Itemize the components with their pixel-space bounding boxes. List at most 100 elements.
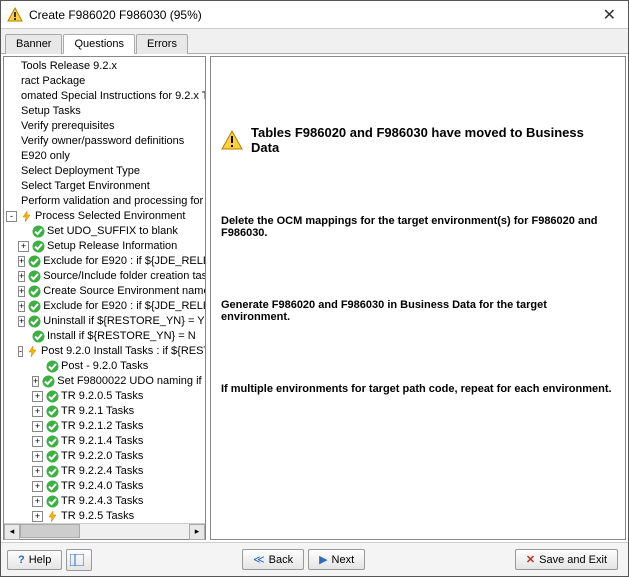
tree-label: TR 9.2.2.4 Tasks — [61, 464, 143, 479]
tab-banner[interactable]: Banner — [5, 34, 62, 54]
tree-label: TR 9.2.0.5 Tasks — [61, 389, 143, 404]
titlebar: Create F986020 F986030 (95%) ✕ — [1, 1, 628, 29]
tree-item[interactable]: ract Package — [4, 74, 205, 89]
tree-item[interactable]: Verify owner/password definitions — [4, 134, 205, 149]
tree-item[interactable]: +Exclude for E920 : if ${JDE_RELEASE — [4, 254, 205, 269]
tree-label: TR 9.2.4.0 Tasks — [61, 479, 143, 494]
tree-label: Source/Include folder creation tasks — [43, 269, 205, 284]
next-label: Next — [332, 554, 355, 566]
tree-item[interactable]: -Process Selected Environment — [4, 209, 205, 224]
tree-label: E920 only — [21, 149, 70, 164]
tree-expander[interactable]: + — [18, 286, 25, 297]
tree-label: omated Special Instructions for 9.2.x To… — [21, 89, 205, 104]
content-para-3: If multiple environments for target path… — [221, 383, 615, 395]
tree-item[interactable]: Install if ${RESTORE_YN} = N — [4, 329, 205, 344]
tree-item[interactable]: + Set F9800022 UDO naming if BL — [4, 374, 205, 389]
tree-item[interactable]: +TR 9.2.4.3 Tasks — [4, 494, 205, 509]
help-icon: ? — [18, 554, 25, 566]
help-label: Help — [29, 554, 52, 566]
tree-label: Post - 9.2.0 Tasks — [61, 359, 148, 374]
tree-label: Tools Release 9.2.x — [21, 59, 117, 74]
tree-item[interactable]: + TR 9.2.1 Tasks — [4, 404, 205, 419]
tree-item[interactable]: omated Special Instructions for 9.2.x To… — [4, 89, 205, 104]
tree-expander[interactable]: + — [32, 406, 43, 417]
tree-label: Set UDO_SUFFIX to blank — [47, 224, 178, 239]
tree-label: Create Source Environment name — [43, 284, 205, 299]
back-button[interactable]: ≪Back — [242, 549, 304, 570]
tree-item[interactable]: Verify prerequisites — [4, 119, 205, 134]
tree-label: Setup Tasks — [21, 104, 81, 119]
close-button[interactable]: ✕ — [597, 5, 622, 25]
tree-expander[interactable]: + — [32, 436, 43, 447]
tree-item[interactable]: + TR 9.2.1.2 Tasks — [4, 419, 205, 434]
tree-expander[interactable]: + — [18, 316, 25, 327]
button-bar: ? Help ≪Back ▶Next ✕ Save and Exit — [1, 542, 628, 576]
tree-expander[interactable]: - — [18, 346, 23, 357]
tree-label: Perform validation and processing for th… — [21, 194, 205, 209]
tree-item[interactable]: Set UDO_SUFFIX to blank — [4, 224, 205, 239]
tree-expander[interactable]: + — [18, 301, 25, 312]
tree-item[interactable]: -Post 9.2.0 Install Tasks : if ${RESTO — [4, 344, 205, 359]
tree-expander[interactable]: + — [32, 421, 43, 432]
tree-item[interactable]: +TR 9.2.2.0 Tasks — [4, 449, 205, 464]
tree-item[interactable]: +Setup Release Information — [4, 239, 205, 254]
tab-questions[interactable]: Questions — [63, 34, 135, 54]
tree-label: TR 9.2.5 Tasks — [61, 509, 134, 523]
save-and-exit-button[interactable]: ✕ Save and Exit — [515, 549, 618, 570]
scroll-thumb[interactable] — [20, 524, 80, 538]
tree-expander-none — [18, 331, 29, 342]
heading-row: Tables F986020 and F986030 have moved to… — [221, 125, 615, 155]
tree-item[interactable]: Tools Release 9.2.x — [4, 59, 205, 74]
window-title: Create F986020 F986030 (95%) — [29, 8, 597, 22]
tree-item[interactable]: Select Target Environment — [4, 179, 205, 194]
scroll-left-button[interactable]: ◂ — [4, 524, 20, 540]
tree-item[interactable]: Post - 9.2.0 Tasks — [4, 359, 205, 374]
tree-item[interactable]: + Create Source Environment name — [4, 284, 205, 299]
tab-errors[interactable]: Errors — [136, 34, 188, 54]
tree-expander[interactable]: + — [32, 451, 43, 462]
tree-expander[interactable]: + — [32, 376, 39, 387]
tree-expander[interactable]: + — [18, 256, 25, 267]
tree-item[interactable]: + TR 9.2.2.4 Tasks — [4, 464, 205, 479]
tree-item[interactable]: Select Deployment Type — [4, 164, 205, 179]
next-button[interactable]: ▶Next — [308, 549, 365, 570]
tree-item[interactable]: Perform validation and processing for th… — [4, 194, 205, 209]
main-area: Tools Release 9.2.xract Packageomated Sp… — [1, 54, 628, 542]
content-para-1: Delete the OCM mappings for the target e… — [221, 215, 615, 239]
tree-expander[interactable]: - — [6, 211, 17, 222]
tree-label: ract Package — [21, 74, 85, 89]
tree-expander[interactable]: + — [32, 511, 43, 522]
tree-label: TR 9.2.1 Tasks — [61, 404, 134, 419]
tree-item[interactable]: Setup Tasks — [4, 104, 205, 119]
tree-label: Select Deployment Type — [21, 164, 140, 179]
tree-item[interactable]: + TR 9.2.1.4 Tasks — [4, 434, 205, 449]
tree-expander[interactable]: + — [32, 481, 43, 492]
layout-toggle-button[interactable] — [66, 549, 92, 571]
tree-label: Set F9800022 UDO naming if BL — [57, 374, 205, 389]
tree-item[interactable]: + Uninstall if ${RESTORE_YN} = Y an — [4, 314, 205, 329]
tree-label: TR 9.2.1.4 Tasks — [61, 434, 143, 449]
tree-item[interactable]: + Source/Include folder creation tasks — [4, 269, 205, 284]
scroll-track[interactable] — [20, 524, 189, 540]
save-label: Save and Exit — [539, 554, 607, 566]
close-icon: ✕ — [526, 553, 535, 566]
tree-item[interactable]: + TR 9.2.4.0 Tasks — [4, 479, 205, 494]
tree-item[interactable]: +Exclude for E920 : if ${JDE_RELEASE — [4, 299, 205, 314]
tree-expander[interactable]: + — [32, 496, 43, 507]
tree-expander[interactable]: + — [32, 391, 43, 402]
tree-hscroll[interactable]: ◂ ▸ — [4, 523, 205, 539]
tree-view[interactable]: Tools Release 9.2.xract Packageomated Sp… — [4, 57, 205, 523]
tree-expander[interactable]: + — [18, 241, 29, 252]
back-icon: ≪ — [253, 553, 265, 566]
tree-item[interactable]: E920 only — [4, 149, 205, 164]
tree-expander[interactable]: + — [18, 271, 25, 282]
tree-item[interactable]: + TR 9.2.0.5 Tasks — [4, 389, 205, 404]
scroll-right-button[interactable]: ▸ — [189, 524, 205, 540]
help-button[interactable]: ? Help — [7, 550, 62, 570]
tree-label: Uninstall if ${RESTORE_YN} = Y an — [43, 314, 205, 329]
tree-expander[interactable]: + — [32, 466, 43, 477]
tree-label: Verify owner/password definitions — [21, 134, 184, 149]
content-para-2: Generate F986020 and F986030 in Business… — [221, 299, 615, 323]
tree-label: TR 9.2.1.2 Tasks — [61, 419, 143, 434]
tree-item[interactable]: + TR 9.2.5 Tasks — [4, 509, 205, 523]
